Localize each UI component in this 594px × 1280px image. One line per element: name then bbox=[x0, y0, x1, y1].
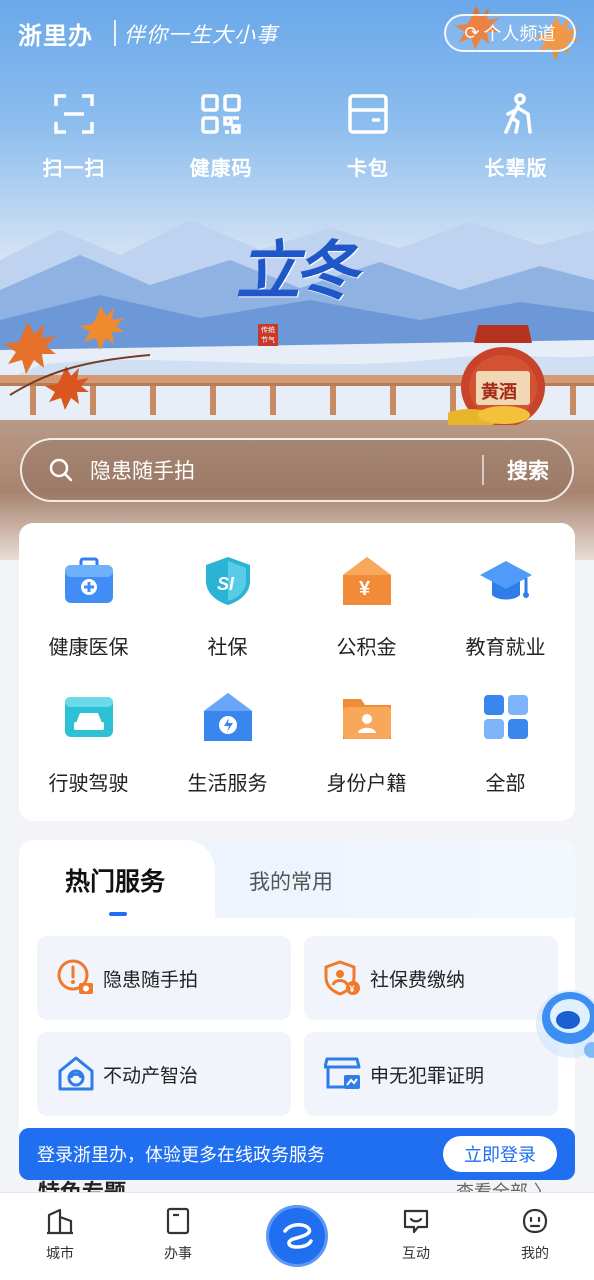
service-life[interactable]: 生活服务 bbox=[158, 689, 297, 796]
user-face-icon bbox=[522, 1208, 548, 1234]
quick-card-wallet[interactable]: 卡包 bbox=[308, 92, 428, 181]
hot-services-card: 热门服务 我的常用 隐患随手拍 ¥ 社保费缴纳 不动产智治 申无犯罪证明 bbox=[19, 840, 575, 1140]
personal-channel-button[interactable]: ⟳ 个人频道 bbox=[444, 14, 576, 52]
elder-icon bbox=[504, 93, 532, 134]
service-social-security[interactable]: SI 社保 bbox=[158, 553, 297, 660]
service-health-insurance[interactable]: 健康医保 bbox=[19, 553, 158, 660]
quick-health-code-label: 健康码 bbox=[189, 156, 253, 180]
logo-divider bbox=[114, 20, 116, 46]
service-all[interactable]: 全部 bbox=[436, 689, 575, 796]
social-fee-icon: ¥ bbox=[324, 960, 360, 996]
hot-item-social-fee-label: 社保费缴纳 bbox=[370, 968, 466, 991]
zheliban-logo-icon bbox=[283, 1223, 313, 1249]
svg-text:SI: SI bbox=[217, 574, 235, 594]
login-banner-text: 登录浙里办，体验更多在线政务服务 bbox=[37, 1145, 325, 1166]
service-social-security-label: 社保 bbox=[207, 635, 248, 659]
login-now-button[interactable]: 立即登录 bbox=[443, 1136, 557, 1172]
chat-icon bbox=[403, 1209, 429, 1234]
housing-fund-icon: ¥ bbox=[342, 557, 391, 605]
search-bar[interactable]: 隐患随手拍 搜索 bbox=[20, 438, 574, 502]
service-health-insurance-label: 健康医保 bbox=[48, 635, 129, 659]
quick-card-wallet-label: 卡包 bbox=[347, 156, 389, 180]
nav-interact[interactable]: 互动 bbox=[376, 1207, 456, 1263]
nav-city[interactable]: 城市 bbox=[20, 1207, 100, 1263]
nav-city-label: 城市 bbox=[46, 1246, 74, 1262]
scan-icon bbox=[54, 94, 94, 134]
tab-hot-services-label: 热门服务 bbox=[65, 867, 166, 896]
graduation-cap-icon bbox=[479, 561, 532, 600]
id-folder-icon bbox=[342, 699, 391, 739]
assistant-robot-icon[interactable] bbox=[530, 980, 594, 1072]
service-housing-fund[interactable]: ¥ 公积金 bbox=[297, 553, 436, 660]
seal-stamp: 传统节气 bbox=[258, 324, 278, 346]
service-education-label: 教育就业 bbox=[465, 635, 546, 659]
nav-services-label: 办事 bbox=[164, 1246, 192, 1262]
service-driving[interactable]: 行驶驾驶 bbox=[19, 689, 158, 796]
quick-elder-mode-label: 长辈版 bbox=[484, 156, 548, 180]
personal-channel-label: 个人频道 bbox=[483, 24, 556, 45]
tab-my-frequent[interactable]: 我的常用 bbox=[249, 866, 333, 896]
service-housing-fund-label: 公积金 bbox=[336, 635, 397, 659]
refresh-icon: ⟳ bbox=[464, 22, 480, 44]
grid-all-icon bbox=[483, 695, 528, 739]
quick-scan-label: 扫一扫 bbox=[42, 156, 106, 180]
hot-item-no-crime-cert[interactable]: 申无犯罪证明 bbox=[304, 1032, 558, 1116]
hot-item-social-fee[interactable]: ¥ 社保费缴纳 bbox=[304, 936, 558, 1020]
service-all-label: 全部 bbox=[485, 771, 526, 795]
hot-item-hazard-photo-label: 隐患随手拍 bbox=[103, 968, 199, 991]
service-education[interactable]: 教育就业 bbox=[436, 553, 575, 660]
real-estate-icon bbox=[58, 1056, 94, 1091]
tab-indicator bbox=[109, 912, 127, 916]
nav-mine[interactable]: 我的 bbox=[495, 1207, 575, 1263]
hot-item-real-estate[interactable]: 不动产智治 bbox=[37, 1032, 291, 1116]
quick-scan[interactable]: 扫一扫 bbox=[14, 92, 134, 181]
nav-interact-label: 互动 bbox=[402, 1246, 430, 1262]
home-service-icon bbox=[203, 693, 252, 741]
service-driving-label: 行驶驾驶 bbox=[48, 771, 129, 795]
service-grid: 健康医保 SI 社保 ¥ 公积金 教育就业 行驶驾驶 生活服务 身份户籍 全部 bbox=[19, 523, 575, 821]
medical-kit-icon bbox=[64, 557, 113, 603]
card-wallet-icon bbox=[348, 94, 388, 134]
app-logo: 浙里办 bbox=[18, 21, 93, 50]
hazard-camera-icon bbox=[57, 959, 93, 994]
nav-home-logo[interactable] bbox=[266, 1205, 328, 1267]
quick-health-code[interactable]: 健康码 bbox=[161, 92, 281, 181]
search-button[interactable]: 搜索 bbox=[484, 455, 572, 485]
bottom-nav: 城市 办事 互动 我的 bbox=[0, 1192, 594, 1280]
document-icon bbox=[166, 1207, 190, 1235]
solar-term-title: 立冬 bbox=[236, 234, 358, 309]
service-identity[interactable]: 身份户籍 bbox=[297, 689, 436, 796]
service-identity-label: 身份户籍 bbox=[326, 771, 407, 795]
car-icon bbox=[64, 697, 113, 737]
city-icon bbox=[47, 1208, 73, 1235]
maple-leaves-left bbox=[4, 306, 151, 410]
certificate-icon bbox=[323, 1057, 361, 1089]
tab-hot-services[interactable]: 热门服务 bbox=[19, 840, 215, 918]
login-banner: 登录浙里办，体验更多在线政务服务 立即登录 bbox=[19, 1128, 575, 1180]
nav-services[interactable]: 办事 bbox=[138, 1207, 218, 1263]
svg-text:¥: ¥ bbox=[350, 984, 355, 994]
qr-code-icon bbox=[201, 94, 241, 134]
search-input[interactable]: 隐患随手拍 bbox=[90, 455, 482, 485]
nav-mine-label: 我的 bbox=[521, 1246, 549, 1262]
hot-item-no-crime-cert-label: 申无犯罪证明 bbox=[370, 1064, 485, 1087]
hot-item-hazard-photo[interactable]: 隐患随手拍 bbox=[37, 936, 291, 1020]
yellow-wine-jar bbox=[448, 325, 545, 425]
quick-elder-mode[interactable]: 长辈版 bbox=[456, 92, 576, 181]
app-slogan: 伴你一生大小事 bbox=[124, 23, 278, 47]
hot-item-real-estate-label: 不动产智治 bbox=[103, 1064, 199, 1087]
search-icon bbox=[49, 458, 73, 482]
jar-label: 黄酒 bbox=[481, 382, 517, 403]
social-security-icon: SI bbox=[205, 557, 250, 605]
service-life-label: 生活服务 bbox=[187, 771, 268, 795]
top-bar: 浙里办 伴你一生大小事 ⟳ 个人频道 bbox=[0, 0, 594, 68]
svg-text:¥: ¥ bbox=[359, 578, 371, 600]
